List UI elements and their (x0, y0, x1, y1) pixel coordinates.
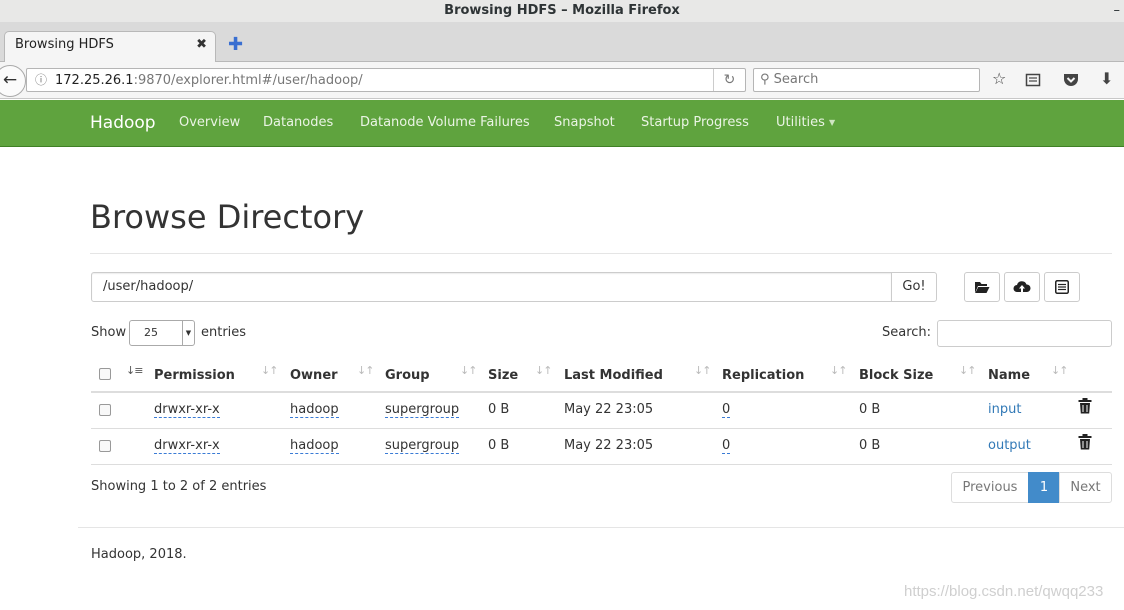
divider (90, 253, 1112, 254)
pocket-icon[interactable] (1062, 72, 1080, 88)
browser-search-input[interactable]: ⚲ Search (753, 68, 980, 92)
nav-utilities[interactable]: Utilities ▼ (776, 115, 835, 130)
replication-cell[interactable]: 0 (722, 438, 731, 454)
column-group[interactable]: Group (385, 368, 430, 383)
hadoop-brand[interactable]: Hadoop (90, 113, 156, 133)
create-directory-button[interactable] (964, 272, 1000, 302)
name-link[interactable]: input (988, 402, 1021, 417)
name-link[interactable]: output (988, 438, 1031, 453)
footer-text: Hadoop, 2018. (91, 547, 187, 562)
tab-close-icon[interactable]: ✖ (196, 37, 207, 52)
row-checkbox[interactable] (99, 404, 111, 416)
owner-cell[interactable]: hadoop (290, 438, 339, 454)
row-checkbox[interactable] (99, 440, 111, 452)
sort-icon[interactable]: ↓↑ (261, 364, 278, 377)
cut-paste-button[interactable] (1044, 272, 1080, 302)
browser-toolbar: ← ⓘ 172.25.26.1:9870/explorer.html#/user/… (0, 62, 1124, 99)
nav-datanodes[interactable]: Datanodes (263, 115, 333, 130)
bookmark-star-icon[interactable]: ☆ (992, 69, 1006, 88)
directory-path-input[interactable]: /user/hadoop/ (91, 272, 892, 302)
block-size-cell: 0 B (859, 438, 881, 453)
caret-down-icon: ▼ (828, 118, 836, 127)
reload-icon[interactable]: ↻ (713, 69, 745, 91)
group-cell[interactable]: supergroup (385, 402, 460, 418)
table-search-label: Search: (882, 325, 932, 340)
minimize-button[interactable]: – (1114, 0, 1121, 21)
url-host: 172.25.26.1 (55, 73, 134, 88)
url-path: :9870/explorer.html#/user/hadoop/ (133, 73, 363, 88)
sort-icon[interactable]: ↓↑ (694, 364, 711, 377)
site-info-icon[interactable]: ⓘ (35, 73, 47, 87)
window-titlebar: Browsing HDFS – Mozilla Firefox – (0, 0, 1124, 22)
group-cell[interactable]: supergroup (385, 438, 460, 454)
upload-button[interactable] (1004, 272, 1040, 302)
column-permission[interactable]: Permission (154, 368, 235, 383)
table-header: ↓≡ Permission ↓↑ Owner ↓↑ Group ↓↑ Size … (91, 360, 1112, 393)
replication-cell[interactable]: 0 (722, 402, 731, 418)
entries-per-page-select[interactable]: 25 ▼ (129, 320, 195, 346)
browser-tab[interactable]: Browsing HDFS ✖ (4, 31, 216, 63)
modified-cell: May 22 23:05 (564, 438, 654, 453)
go-button[interactable]: Go! (891, 272, 937, 302)
sort-icon[interactable]: ↓↑ (357, 364, 374, 377)
column-block-size[interactable]: Block Size (859, 368, 933, 383)
page-title: Browse Directory (90, 198, 365, 236)
nav-datanode-volume-failures[interactable]: Datanode Volume Failures (360, 115, 530, 130)
download-icon[interactable]: ⬇ (1100, 69, 1113, 88)
select-arrow-icon: ▼ (182, 321, 194, 345)
size-cell: 0 B (488, 438, 510, 453)
sort-icon[interactable]: ↓↑ (460, 364, 477, 377)
column-replication[interactable]: Replication (722, 368, 804, 383)
folder-open-icon (975, 282, 990, 293)
cloud-upload-icon (1013, 281, 1031, 292)
footer-divider (78, 527, 1124, 528)
table-row: drwxr-xr-x hadoop supergroup 0 B May 22 … (91, 429, 1112, 465)
pagination-page-1[interactable]: 1 (1028, 472, 1060, 503)
search-icon: ⚲ (760, 72, 770, 87)
trash-icon[interactable] (1078, 398, 1092, 414)
sort-icon[interactable]: ↓↑ (830, 364, 847, 377)
entries-label: entries (201, 325, 247, 340)
trash-icon[interactable] (1078, 434, 1092, 450)
url-bar[interactable]: ⓘ 172.25.26.1:9870/explorer.html#/user/ha… (26, 68, 746, 92)
window-title: Browsing HDFS – Mozilla Firefox (444, 3, 680, 18)
sort-icon[interactable]: ↓≡ (126, 364, 143, 377)
owner-cell[interactable]: hadoop (290, 402, 339, 418)
sort-icon[interactable]: ↓↑ (1051, 364, 1068, 377)
column-last-modified[interactable]: Last Modified (564, 368, 663, 383)
nav-overview[interactable]: Overview (179, 115, 240, 130)
column-name[interactable]: Name (988, 368, 1030, 383)
new-tab-icon[interactable]: ✚ (228, 34, 243, 55)
pagination-previous[interactable]: Previous (951, 472, 1029, 503)
show-label: Show (91, 325, 127, 340)
table-search-input[interactable] (937, 320, 1112, 347)
table-row: drwxr-xr-x hadoop supergroup 0 B May 22 … (91, 393, 1112, 429)
nav-utilities-label: Utilities (776, 115, 825, 130)
tab-title: Browsing HDFS (15, 37, 114, 52)
size-cell: 0 B (488, 402, 510, 417)
permission-cell[interactable]: drwxr-xr-x (154, 402, 220, 418)
hadoop-navbar: Hadoop Overview Datanodes Datanode Volum… (0, 100, 1124, 147)
nav-startup-progress[interactable]: Startup Progress (641, 115, 749, 130)
block-size-cell: 0 B (859, 402, 881, 417)
back-button[interactable]: ← (0, 65, 26, 97)
watermark: https://blog.csdn.net/qwqq233 (904, 583, 1104, 600)
reading-list-icon[interactable] (1025, 72, 1041, 88)
browser-search-placeholder: Search (773, 72, 819, 87)
pagination-next[interactable]: Next (1059, 472, 1112, 503)
column-owner[interactable]: Owner (290, 368, 338, 383)
modified-cell: May 22 23:05 (564, 402, 654, 417)
list-alt-icon (1055, 280, 1069, 294)
select-all-checkbox[interactable] (99, 368, 111, 380)
column-size[interactable]: Size (488, 368, 518, 383)
tab-strip: Browsing HDFS ✖ ✚ (0, 22, 1124, 63)
permission-cell[interactable]: drwxr-xr-x (154, 438, 220, 454)
nav-snapshot[interactable]: Snapshot (554, 115, 615, 130)
showing-info: Showing 1 to 2 of 2 entries (91, 479, 267, 494)
sort-icon[interactable]: ↓↑ (535, 364, 552, 377)
entries-per-page-value: 25 (144, 326, 158, 339)
sort-icon[interactable]: ↓↑ (959, 364, 976, 377)
